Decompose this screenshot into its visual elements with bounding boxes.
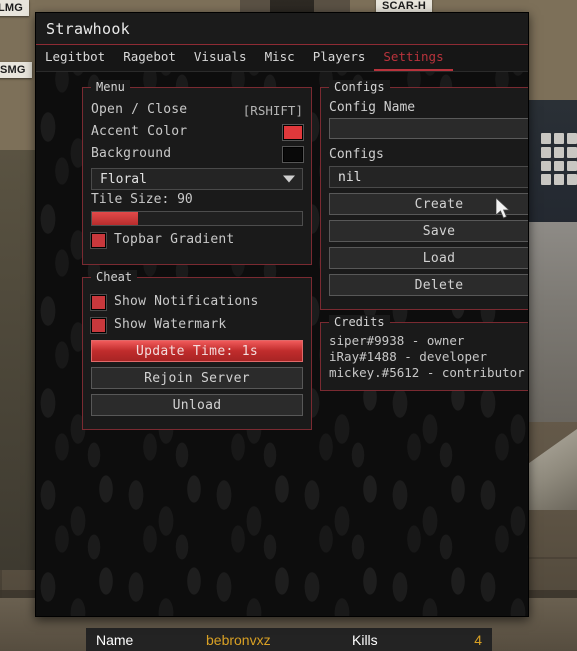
config-name-label: Config Name bbox=[329, 100, 416, 115]
scoreboard-kills-value: 4 bbox=[474, 631, 482, 648]
right-column: Configs Config Name Configs nil Create S… bbox=[320, 80, 528, 403]
accent-color-label: Accent Color bbox=[91, 124, 188, 139]
chevron-down-icon bbox=[283, 175, 295, 183]
save-button[interactable]: Save bbox=[329, 220, 528, 242]
configs-group: Configs Config Name Configs nil Create S… bbox=[320, 80, 528, 310]
topbar-gradient-row[interactable]: Topbar Gradient bbox=[91, 232, 303, 248]
tab-settings[interactable]: Settings bbox=[374, 47, 453, 71]
theme-dropdown[interactable]: Floral bbox=[91, 168, 303, 190]
tile-size-slider-fill bbox=[92, 212, 139, 225]
tile-size-slider[interactable] bbox=[91, 211, 303, 226]
scoreboard-kills-header: Kills bbox=[352, 631, 378, 648]
background-wall-right bbox=[529, 222, 577, 422]
theme-dropdown-value: Floral bbox=[100, 171, 147, 187]
load-button[interactable]: Load bbox=[329, 247, 528, 269]
weapon-pickup-label-lmg: LMG bbox=[0, 0, 30, 16]
window-titlebar[interactable]: Strawhook bbox=[36, 13, 528, 45]
tab-legitbot[interactable]: Legitbot bbox=[36, 47, 114, 71]
tab-bar: Legitbot Ragebot Visuals Misc Players Se… bbox=[36, 45, 528, 72]
credits-line: mickey.#5612 - contributor bbox=[329, 365, 525, 380]
credits-group: Credits siper#9938 - owner iRay#1488 - d… bbox=[320, 315, 528, 391]
tab-misc[interactable]: Misc bbox=[256, 47, 304, 71]
topbar-gradient-checkbox[interactable] bbox=[91, 232, 106, 248]
scoreboard-name-header: Name bbox=[96, 631, 134, 648]
rejoin-server-button[interactable]: Rejoin Server bbox=[91, 367, 303, 389]
background-dark-wall-left bbox=[0, 150, 40, 570]
credits-line: siper#9938 - owner bbox=[329, 333, 465, 348]
delete-button[interactable]: Delete bbox=[329, 274, 528, 296]
background-color-row[interactable]: Background bbox=[91, 146, 303, 162]
configs-dropdown-value: nil bbox=[338, 169, 362, 185]
window-title: Strawhook bbox=[46, 19, 130, 38]
left-column: Menu Open / Close [RSHIFT] Accent Color … bbox=[82, 80, 312, 442]
background-vent-grid bbox=[541, 133, 577, 185]
create-button[interactable]: Create bbox=[329, 193, 528, 215]
credits-group-title: Credits bbox=[329, 315, 390, 329]
accent-color-swatch[interactable] bbox=[283, 124, 303, 140]
accent-color-row[interactable]: Accent Color bbox=[91, 124, 303, 140]
background-color-swatch[interactable] bbox=[283, 146, 303, 162]
config-name-input[interactable] bbox=[329, 118, 528, 139]
configs-dropdown[interactable]: nil bbox=[329, 166, 528, 188]
show-notifications-row[interactable]: Show Notifications bbox=[91, 294, 303, 310]
cheat-group-title: Cheat bbox=[91, 270, 138, 284]
scoreboard: Name bebronvxz Kills 4 bbox=[86, 628, 492, 651]
configs-group-title: Configs bbox=[329, 80, 390, 94]
show-notifications-label: Show Notifications bbox=[114, 294, 259, 309]
show-watermark-label: Show Watermark bbox=[114, 317, 227, 332]
unload-button[interactable]: Unload bbox=[91, 394, 303, 416]
open-close-keybind[interactable]: [RSHIFT] bbox=[243, 103, 303, 118]
update-time-button[interactable]: Update Time: 1s bbox=[91, 340, 303, 362]
open-close-row[interactable]: Open / Close [RSHIFT] bbox=[91, 102, 303, 118]
background-color-label: Background bbox=[91, 146, 172, 161]
open-close-label: Open / Close bbox=[91, 102, 188, 117]
tile-size-label: Tile Size: 90 bbox=[91, 192, 193, 207]
show-watermark-row[interactable]: Show Watermark bbox=[91, 317, 303, 333]
menu-group: Menu Open / Close [RSHIFT] Accent Color … bbox=[82, 80, 312, 265]
tab-visuals[interactable]: Visuals bbox=[185, 47, 256, 71]
credits-line: iRay#1488 - developer bbox=[329, 349, 488, 364]
topbar-gradient-label: Topbar Gradient bbox=[114, 232, 235, 247]
menu-group-title: Menu bbox=[91, 80, 130, 94]
configs-select-label: Configs bbox=[329, 147, 384, 162]
weapon-pickup-label-smg: SMG bbox=[0, 62, 32, 78]
cheat-group: Cheat Show Notifications Show Watermark … bbox=[82, 270, 312, 430]
show-notifications-checkbox[interactable] bbox=[91, 294, 106, 310]
show-watermark-checkbox[interactable] bbox=[91, 317, 106, 333]
tab-ragebot[interactable]: Ragebot bbox=[114, 47, 185, 71]
tab-players[interactable]: Players bbox=[304, 47, 375, 71]
scoreboard-player-name: bebronvxz bbox=[206, 631, 271, 648]
strawhook-window: Strawhook Legitbot Ragebot Visuals Misc … bbox=[35, 12, 529, 617]
